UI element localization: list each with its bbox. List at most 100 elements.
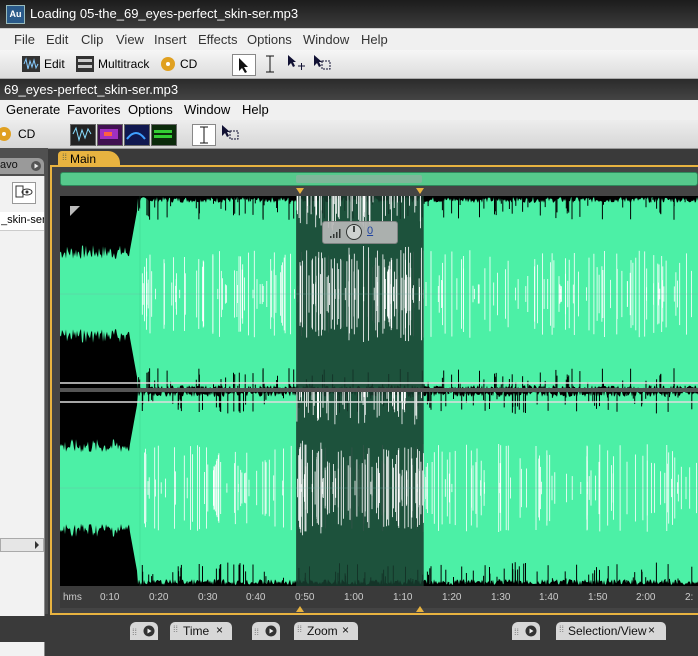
marquee-select-icon: [314, 55, 331, 70]
bottom-panel-bar: ⁞⁞ ⁞⁞ Time × ⁞⁞ ⁞⁞ Zoom × ⁞⁞ ⁞⁞ Selectio…: [0, 616, 698, 642]
spectral-pan-icon: [126, 132, 146, 140]
waveform-icon: [22, 56, 40, 72]
files-list: _skin-ser: [0, 176, 45, 656]
ruler-tick: 0:10: [100, 592, 120, 603]
document-menubar: Generate Favorites Options Window Help: [0, 100, 698, 120]
tab-time[interactable]: ⁞⁞ Time ×: [170, 622, 232, 640]
ruler-tick: 1:30: [491, 592, 511, 603]
tab-selection-view[interactable]: ⁞⁞ Selection/View ×: [556, 622, 666, 640]
cd-icon: [0, 127, 11, 141]
selection-end-marker[interactable]: [416, 188, 424, 194]
time-selection-tool-button[interactable]: [262, 54, 278, 74]
selection-start-marker-bottom[interactable]: [296, 606, 304, 612]
menu-window[interactable]: Window: [303, 32, 349, 47]
menu-effects[interactable]: Effects: [198, 32, 238, 47]
files-panel: avo _skin-ser: [0, 148, 48, 656]
ruler-tick: 0:30: [198, 592, 218, 603]
cd-icon: [161, 57, 175, 71]
cd-view-button-2[interactable]: CD: [0, 124, 40, 144]
grip-icon: ⁞⁞: [559, 624, 565, 634]
menu-help[interactable]: Help: [361, 32, 388, 47]
audition-logo-icon: Au: [6, 5, 25, 24]
marquee-select-icon: [222, 125, 239, 140]
menu-insert[interactable]: Insert: [154, 32, 187, 47]
menu-favorites[interactable]: Favorites: [67, 102, 120, 117]
file-info-button[interactable]: [12, 182, 36, 204]
grip-icon: ⁞⁞: [297, 624, 303, 634]
grip-icon: ⁞⁞: [62, 152, 68, 162]
close-icon[interactable]: ×: [342, 623, 349, 637]
ibeam-icon: [266, 55, 274, 73]
app-toolbar: Edit Multitrack CD: [0, 50, 698, 79]
spectral-phase-icon: [154, 130, 172, 138]
selection-start-marker[interactable]: [296, 188, 304, 194]
ruler-tick: 1:10: [393, 592, 413, 603]
ruler-tick: 2:00: [636, 592, 656, 603]
svg-text:⁞⁞: ⁞⁞: [132, 627, 137, 637]
move-copy-tool-button[interactable]: [232, 54, 256, 76]
menu-file[interactable]: File: [14, 32, 35, 47]
hybrid-tool-button[interactable]: [286, 54, 308, 74]
app-title: Loading 05-the_69_eyes-perfect_skin-ser.…: [30, 6, 299, 21]
ruler-tick: 1:50: [588, 592, 608, 603]
waveform-display-icon: [72, 126, 92, 142]
file-eye-icon: [15, 185, 33, 198]
svg-text:⁞⁞: ⁞⁞: [254, 627, 259, 637]
time-selection-tool-button-2[interactable]: [192, 124, 216, 146]
menu-help-2[interactable]: Help: [242, 102, 269, 117]
horizontal-scrollbar[interactable]: [0, 538, 44, 552]
ruler-tick: 2:: [685, 592, 694, 603]
svg-text:⁞⁞: ⁞⁞: [514, 627, 519, 637]
hud-volume[interactable]: 0: [322, 221, 398, 244]
ruler-tick: hms: [63, 592, 82, 603]
volume-knob[interactable]: [345, 223, 363, 241]
selection-end-marker-bottom[interactable]: [416, 606, 424, 612]
ibeam-icon: [200, 126, 208, 144]
spectral-frequency-icon: [100, 129, 118, 139]
menu-window-2[interactable]: Window: [184, 102, 230, 117]
edit-view-button[interactable]: Edit: [20, 54, 70, 74]
time-ruler[interactable]: hms 0:10 0:20 0:30 0:40 0:50 1:00 1:10 1…: [60, 586, 698, 608]
multitrack-view-button[interactable]: Multitrack: [74, 54, 149, 74]
menu-edit[interactable]: Edit: [46, 32, 68, 47]
spectral-pan-button[interactable]: [124, 124, 150, 146]
volume-value[interactable]: 0: [367, 225, 373, 237]
zoom-navigator-thumb[interactable]: [296, 175, 422, 183]
close-icon[interactable]: ×: [216, 623, 223, 637]
menu-options[interactable]: Options: [247, 32, 292, 47]
waveform-display-button[interactable]: [70, 124, 96, 146]
document-title: 69_eyes-perfect_skin-ser.mp3: [4, 82, 179, 97]
spectral-phase-button[interactable]: [151, 124, 177, 146]
grip-icon: ⁞⁞: [173, 624, 179, 634]
marquee-tool-button[interactable]: [312, 54, 334, 74]
transport-panel-tab[interactable]: ⁞⁞: [130, 622, 158, 640]
ruler-tick: 0:40: [246, 592, 266, 603]
cd-view-button[interactable]: CD: [158, 54, 204, 74]
channel-divider: [60, 388, 698, 392]
ruler-tick: 1:00: [344, 592, 364, 603]
multitrack-icon: [76, 56, 94, 72]
files-panel-tab[interactable]: avo: [0, 158, 44, 174]
menu-generate[interactable]: Generate: [6, 102, 60, 117]
file-list-item[interactable]: _skin-ser: [0, 212, 44, 231]
play-icon: ⁞⁞: [254, 625, 277, 637]
close-icon[interactable]: ×: [648, 623, 655, 637]
app-menubar: File Edit Clip View Insert Effects Optio…: [0, 28, 698, 51]
volume-bars-icon: [330, 229, 341, 238]
spectral-frequency-button[interactable]: [97, 124, 123, 146]
transport-panel-tab-2[interactable]: ⁞⁞: [252, 622, 280, 640]
chevron-right-icon[interactable]: [33, 540, 41, 550]
app-title-bar: Au Loading 05-the_69_eyes-perfect_skin-s…: [0, 0, 698, 28]
transport-panel-tab-3[interactable]: ⁞⁞: [512, 622, 540, 640]
menu-clip[interactable]: Clip: [81, 32, 103, 47]
tab-main[interactable]: ⁞⁞ Main: [58, 151, 120, 167]
play-icon[interactable]: [30, 160, 42, 172]
waveform-display[interactable]: [60, 196, 698, 586]
menu-options-2[interactable]: Options: [128, 102, 173, 117]
marquee-tool-button-2[interactable]: [220, 124, 242, 144]
tab-zoom[interactable]: ⁞⁞ Zoom ×: [294, 622, 358, 640]
hybrid-tool-icon: [288, 55, 305, 70]
ruler-tick: 0:50: [295, 592, 315, 603]
menu-view[interactable]: View: [116, 32, 144, 47]
ruler-tick: 1:40: [539, 592, 559, 603]
